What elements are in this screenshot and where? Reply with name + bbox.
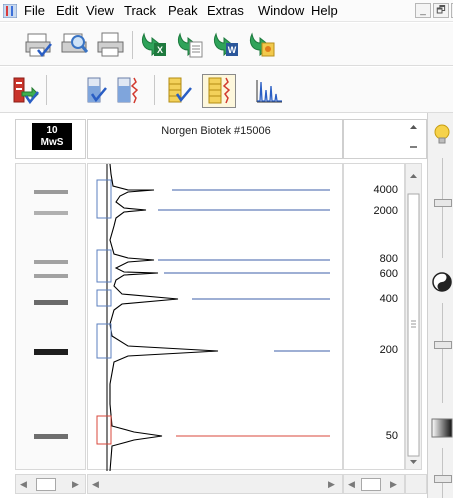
gel-band <box>34 260 68 264</box>
gradient-slider-track <box>442 448 443 498</box>
peak-brackets <box>96 179 112 445</box>
export-document-icon[interactable] <box>174 30 204 60</box>
right-tool-panel <box>427 113 453 498</box>
toolbar-separator <box>46 75 47 105</box>
gradient-slider-knob[interactable] <box>434 475 452 483</box>
marker-badge[interactable]: 10 MwS <box>32 123 72 150</box>
size-label-2000: 2000 <box>373 205 398 217</box>
size-label-600: 600 <box>379 268 398 280</box>
toolbar-separator <box>154 75 155 105</box>
gel-band <box>34 349 68 355</box>
brightness-slider-knob[interactable] <box>434 199 452 207</box>
vertical-scrollbar[interactable] <box>405 163 422 470</box>
peak-bracket[interactable] <box>96 289 112 307</box>
menu-file[interactable]: File <box>24 3 45 18</box>
peak-bracket[interactable] <box>96 415 112 445</box>
window-controls: _ 🗗 x <box>415 3 453 19</box>
menu-peak[interactable]: Peak <box>168 3 198 18</box>
gel-band <box>34 434 68 439</box>
app-icon <box>3 4 17 18</box>
tube-select-icon[interactable] <box>80 76 110 106</box>
lightbulb-icon[interactable] <box>431 123 453 145</box>
size-lines <box>158 189 330 437</box>
peak-bracket[interactable] <box>96 323 112 359</box>
electropherogram-icon[interactable] <box>254 76 284 106</box>
toolbar-export: X W <box>0 23 453 66</box>
gel-band <box>34 300 68 305</box>
scroll-left-icon[interactable]: ◀ <box>92 479 99 490</box>
horizontal-scroll-thumb[interactable] <box>36 478 56 491</box>
marker-header: 10 MwS <box>15 119 86 159</box>
brightness-slider-track <box>442 158 443 258</box>
gel-band <box>34 190 68 194</box>
contrast-slider-knob[interactable] <box>434 341 452 349</box>
menu-extras[interactable]: Extras <box>207 3 244 18</box>
print-preview-icon[interactable] <box>60 30 90 60</box>
menu-track[interactable]: Track <box>124 3 156 18</box>
print-select-icon[interactable] <box>24 30 54 60</box>
horizontal-scroll-thumb[interactable] <box>361 478 381 491</box>
svg-text:X: X <box>157 45 163 55</box>
menu-window[interactable]: Window <box>258 3 304 18</box>
contrast-icon[interactable] <box>431 271 453 293</box>
electropherogram-plot <box>96 163 330 472</box>
scroll-left-icon[interactable]: ◀ <box>348 479 355 490</box>
vertical-scroll-thumb[interactable] <box>407 193 420 457</box>
gel-band <box>34 211 68 215</box>
ladder-select-icon[interactable] <box>164 76 194 106</box>
size-label-400: 400 <box>379 293 398 305</box>
export-image-icon[interactable] <box>246 30 276 60</box>
export-excel-icon[interactable]: X <box>138 30 168 60</box>
size-horizontal-scrollbar[interactable]: ◀ ▶ <box>343 474 405 494</box>
print-icon[interactable] <box>96 30 126 60</box>
scroll-left-icon[interactable]: ◀ <box>20 479 27 490</box>
peak-bracket[interactable] <box>96 179 112 219</box>
marker-badge-top: 10 <box>46 125 58 136</box>
peak-bracket[interactable] <box>96 249 112 283</box>
scroll-right-icon[interactable]: ▶ <box>72 479 79 490</box>
minimize-button[interactable]: _ <box>415 3 431 18</box>
gradient-icon[interactable] <box>431 417 453 439</box>
marker-badge-bottom: MwS <box>40 137 64 148</box>
gel-horizontal-scrollbar[interactable]: ◀ ▶ <box>15 474 86 494</box>
size-label-4000: 4000 <box>373 184 398 196</box>
tube-trace-icon[interactable] <box>112 76 142 106</box>
add-track-icon[interactable] <box>10 76 40 106</box>
menu-view[interactable]: View <box>86 3 114 18</box>
header-scroll-arrows[interactable] <box>405 119 422 159</box>
scroll-corner <box>405 474 427 494</box>
gel-lane <box>15 163 86 470</box>
menu-help[interactable]: Help <box>311 3 338 18</box>
menu-bar: File Edit View Track Peak Extras Window … <box>0 0 453 22</box>
menu-edit[interactable]: Edit <box>56 3 78 18</box>
size-label-200: 200 <box>379 344 398 356</box>
ladder-trace-icon[interactable] <box>202 74 236 108</box>
export-word-icon[interactable]: W <box>210 30 240 60</box>
size-pane: 4000 2000 800 600 400 200 50 <box>343 163 405 470</box>
restore-button[interactable]: 🗗 <box>433 3 449 18</box>
electropherogram-pane <box>87 163 343 472</box>
size-label-50: 50 <box>385 430 398 442</box>
contrast-slider-track <box>442 303 443 403</box>
kit-name: Norgen Biotek #15006 <box>161 125 271 137</box>
trace-header: Norgen Biotek #15006 <box>87 119 343 159</box>
gel-band <box>34 274 68 278</box>
toolbar-separator <box>132 31 133 59</box>
scroll-right-icon[interactable]: ▶ <box>328 479 335 490</box>
size-label-800: 800 <box>379 253 398 265</box>
toolbar-analysis <box>0 67 453 113</box>
trace-horizontal-scrollbar[interactable]: ◀ ▶ <box>87 474 343 494</box>
svg-text:W: W <box>228 45 237 55</box>
scroll-right-icon[interactable]: ▶ <box>390 479 397 490</box>
